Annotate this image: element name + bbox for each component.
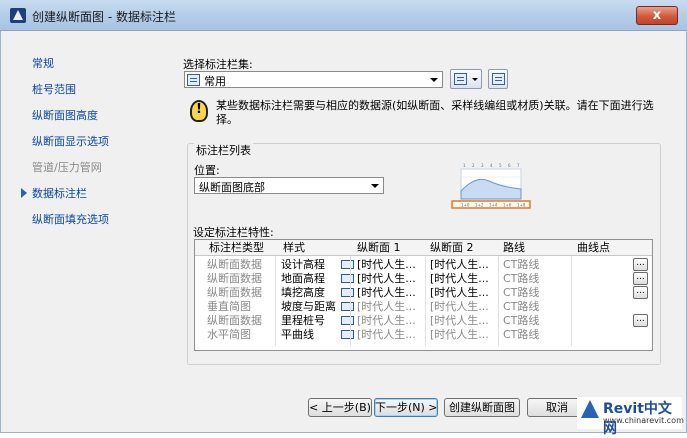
preview-icon [492, 73, 505, 85]
profile-icon [341, 260, 354, 269]
band-type-cell: 纵断面数据 [207, 258, 262, 271]
profile-1-cell[interactable]: [时代人生... [357, 300, 427, 314]
band-properties-label: 设定标注栏特性: [193, 226, 274, 239]
alignment-cell: CT路线 [503, 314, 540, 327]
preview-station-label: 1+8 [517, 203, 526, 208]
alignment-cell: CT路线 [503, 300, 540, 313]
profile-2-cell[interactable]: [时代人生... [430, 314, 500, 328]
next-button[interactable]: 下一步(N) > [374, 398, 438, 417]
geometry-points-button[interactable]: ... [633, 286, 648, 299]
close-button[interactable]: x [636, 6, 678, 25]
info-hint: 某些数据标注栏需要与相应的数据源(如纵断面、采样线编组或材质)关联。请在下面进行… [216, 99, 654, 126]
preview-tick-label: 7 [517, 163, 520, 168]
chevron-down-icon [472, 78, 478, 81]
title-bar: 创建纵断面图 - 数据标注栏 x [0, 0, 687, 31]
grid-divider [350, 256, 351, 346]
profile-icon [341, 288, 354, 297]
column-header-profile-1[interactable]: 纵断面 1 [357, 240, 401, 256]
band-set-label: 选择标注栏集: [183, 58, 253, 71]
profile-2-cell[interactable]: [时代人生... [430, 258, 500, 272]
preview-tick-label: 1 [463, 163, 466, 168]
table-row[interactable]: 纵断面数据 填挖高度 [时代人生... [时代人生... CT路线 ... [195, 286, 652, 300]
band-set-select[interactable]: 常用 [184, 71, 443, 88]
column-header-profile-2[interactable]: 纵断面 2 [430, 240, 474, 256]
chevron-down-icon [430, 78, 438, 82]
table-row[interactable]: 纵断面数据 里程桩号 [时代人生... [时代人生... CT路线 ... [195, 314, 652, 328]
style-cell[interactable]: 坡度与距离 [281, 300, 343, 314]
profile-1-cell[interactable]: [时代人生... [357, 328, 427, 342]
band-type-cell: 纵断面数据 [207, 314, 262, 327]
back-button[interactable]: < 上一步(B) [308, 398, 372, 417]
style-cell[interactable]: 平曲线 [281, 328, 343, 342]
window-title: 创建纵断面图 - 数据标注栏 [32, 10, 176, 24]
preview-station-label: 1+0 [461, 203, 470, 208]
profile-icon [341, 330, 354, 339]
profile-1-cell[interactable]: [时代人生... [357, 286, 427, 300]
location-label: 位置: [194, 164, 220, 177]
lightbulb-icon [190, 100, 208, 122]
chevron-down-icon [371, 184, 379, 188]
band-type-cell: 水平简图 [207, 328, 251, 341]
grid-divider [425, 256, 426, 346]
style-cell[interactable]: 设计高程 [281, 258, 343, 272]
band-list-group-title: 标注栏列表 [194, 142, 253, 158]
profile-icon [341, 316, 354, 325]
profile-2-cell[interactable]: [时代人生... [430, 328, 500, 342]
edit-style-icon [454, 73, 467, 85]
app-logo-icon [10, 8, 26, 23]
preview-tick-label: 2 [472, 163, 475, 168]
column-header-alignment[interactable]: 路线 [503, 240, 525, 256]
alignment-cell: CT路线 [503, 328, 540, 341]
preview-tick-label: 6 [508, 163, 511, 168]
profile-1-cell[interactable]: [时代人生... [357, 272, 427, 286]
alignment-cell: CT路线 [503, 258, 540, 271]
preview-station-label: 1+2 [475, 203, 484, 208]
table-row[interactable]: 垂直简图 坡度与距离 [时代人生... [时代人生... CT路线 [195, 300, 652, 314]
preview-station-label: 1+4 [489, 203, 498, 208]
column-header-band-type[interactable]: 标注栏类型 [209, 240, 264, 256]
band-location-preview: 1 2 3 4 5 6 7 1+0 1+2 1+4 1+6 1+8 [451, 163, 531, 209]
column-header-style[interactable]: 样式 [283, 240, 305, 256]
geometry-points-button[interactable]: ... [633, 314, 648, 327]
revit-logo-icon [581, 400, 599, 418]
profile-2-cell[interactable]: [时代人生... [430, 300, 500, 314]
grid-divider [571, 256, 572, 346]
profile-icon [341, 274, 354, 283]
table-row[interactable]: 纵断面数据 地面高程 [时代人生... [时代人生... CT路线 ... [195, 272, 652, 286]
table-row[interactable]: 水平简图 平曲线 [时代人生... [时代人生... CT路线 [195, 328, 652, 342]
profile-1-cell[interactable]: [时代人生... [357, 314, 427, 328]
current-step-arrow-icon [21, 188, 27, 198]
style-cell[interactable]: 填挖高度 [281, 286, 343, 300]
alignment-cell: CT路线 [503, 272, 540, 285]
grid-divider [275, 256, 276, 346]
preview-tick-label: 3 [481, 163, 484, 168]
edit-band-set-button[interactable] [450, 69, 482, 89]
create-profile-view-button[interactable]: 创建纵断面图 [444, 398, 520, 417]
location-select[interactable]: 纵断面图底部 [194, 177, 384, 194]
watermark-url: www.chinarevit.com [603, 416, 684, 425]
profile-2-cell[interactable]: [时代人生... [430, 286, 500, 300]
band-type-cell: 纵断面数据 [207, 286, 262, 299]
preview-tick-label: 5 [499, 163, 502, 168]
band-type-cell: 垂直简图 [207, 300, 251, 313]
style-cell[interactable]: 里程桩号 [281, 314, 343, 328]
preview-band-set-button[interactable] [488, 69, 508, 89]
profile-icon [341, 302, 354, 311]
preview-tick-label: 4 [490, 163, 493, 168]
band-properties-grid: 标注栏类型 样式 纵断面 1 纵断面 2 路线 曲线点 纵断面数据 设计高程 [… [194, 239, 653, 351]
preview-station-label: 1+6 [503, 203, 512, 208]
profile-1-cell[interactable]: [时代人生... [357, 258, 427, 272]
profile-2-cell[interactable]: [时代人生... [430, 272, 500, 286]
table-row[interactable]: 纵断面数据 设计高程 [时代人生... [时代人生... CT路线 ... [195, 258, 652, 272]
column-header-geometry-points[interactable]: 曲线点 [577, 240, 610, 256]
band-set-style-icon [187, 74, 200, 86]
alignment-cell: CT路线 [503, 286, 540, 299]
band-type-cell: 纵断面数据 [207, 272, 262, 285]
geometry-points-button[interactable]: ... [633, 272, 648, 285]
geometry-points-button[interactable]: ... [633, 258, 648, 271]
style-cell[interactable]: 地面高程 [281, 272, 343, 286]
watermark: Revit中文网 www.chinarevit.com [577, 397, 684, 437]
grid-divider [498, 256, 499, 346]
